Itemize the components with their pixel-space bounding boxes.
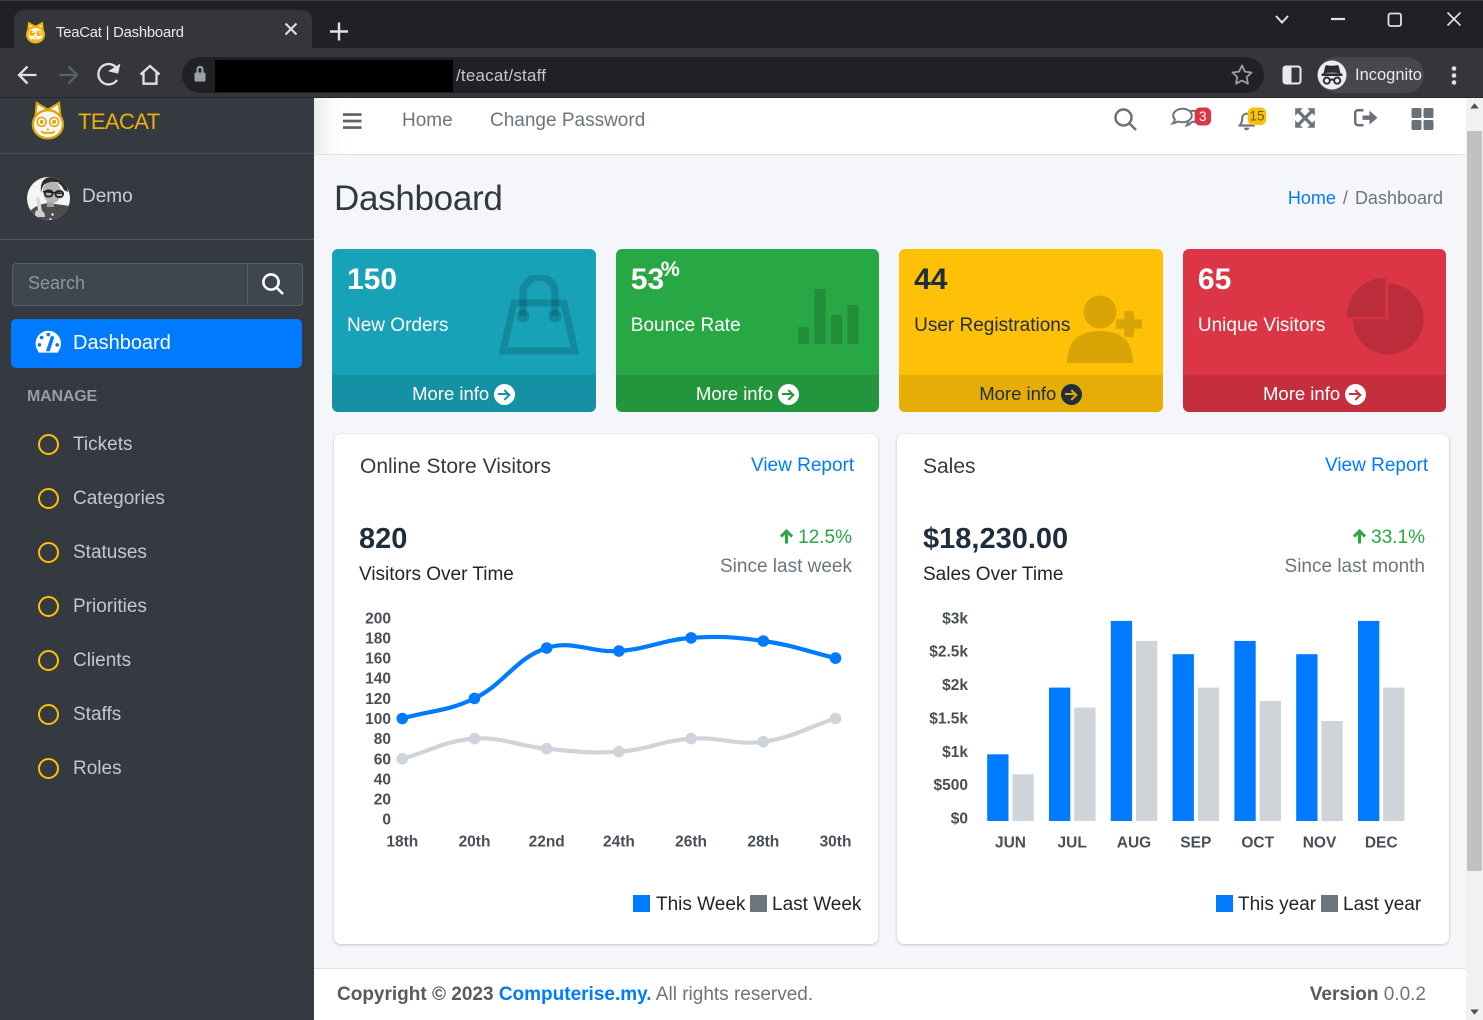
svg-text:DEC: DEC: [1365, 835, 1398, 852]
svg-text:$1k: $1k: [942, 744, 968, 761]
svg-text:$3k: $3k: [942, 610, 968, 627]
svg-text:28th: 28th: [747, 834, 779, 851]
svg-text:140: 140: [365, 671, 391, 688]
svg-text:$2.5k: $2.5k: [929, 644, 968, 661]
svg-text:80: 80: [374, 731, 391, 748]
svg-text:15: 15: [1249, 109, 1264, 124]
svg-text:NOV: NOV: [1303, 835, 1337, 852]
svg-text:SEP: SEP: [1180, 835, 1211, 852]
svg-text:100: 100: [365, 711, 391, 728]
svg-text:200: 200: [365, 610, 391, 627]
svg-text:120: 120: [365, 691, 391, 708]
svg-text:OCT: OCT: [1241, 835, 1274, 852]
svg-text:AUG: AUG: [1117, 835, 1151, 852]
svg-text:20th: 20th: [459, 834, 491, 851]
svg-text:$500: $500: [934, 777, 968, 794]
svg-text:30th: 30th: [820, 834, 852, 851]
svg-text:24th: 24th: [603, 834, 635, 851]
svg-text:60: 60: [374, 751, 391, 768]
svg-text:$2k: $2k: [942, 677, 968, 694]
svg-text:18th: 18th: [386, 834, 418, 851]
svg-text:$0: $0: [951, 811, 968, 828]
svg-text:20: 20: [374, 792, 391, 809]
svg-text:26th: 26th: [675, 834, 707, 851]
svg-text:0: 0: [382, 812, 391, 829]
svg-text:22nd: 22nd: [529, 834, 565, 851]
svg-text:160: 160: [365, 651, 391, 668]
svg-text:JUN: JUN: [995, 835, 1026, 852]
svg-text:40: 40: [374, 771, 391, 788]
svg-text:JUL: JUL: [1058, 835, 1087, 852]
svg-text:180: 180: [365, 630, 391, 647]
svg-text:$1.5k: $1.5k: [929, 711, 968, 728]
svg-text:3: 3: [1199, 109, 1207, 124]
